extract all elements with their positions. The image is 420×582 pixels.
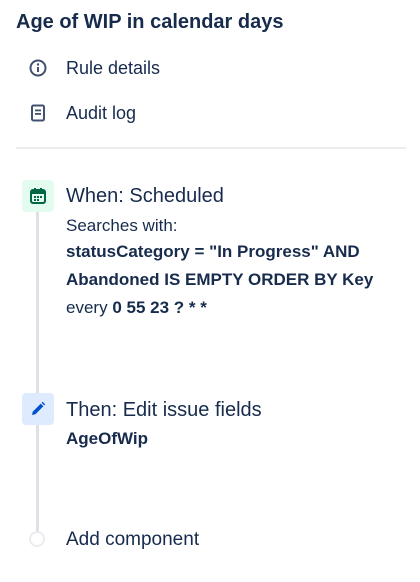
action-icon-box[interactable] (22, 393, 54, 425)
rule-details-label: Rule details (66, 57, 161, 78)
pencil-icon (32, 401, 46, 415)
divider (16, 147, 406, 149)
trigger-heading[interactable]: When: Scheduled (66, 182, 224, 210)
action-heading[interactable]: Then: Edit issue fields (66, 396, 262, 424)
document-icon (26, 101, 50, 125)
trigger-icon-box[interactable] (22, 180, 54, 212)
trigger-query-line-1: statusCategory = "In Progress" AND (66, 242, 360, 261)
trigger-subheading: Searches with: (66, 216, 178, 235)
add-component-button[interactable]: Add component (66, 526, 199, 554)
trigger-query-line-2: Abandoned IS EMPTY ORDER BY Key (66, 270, 374, 289)
audit-log-label: Audit log (66, 102, 137, 123)
page-title: Age of WIP in calendar days (16, 11, 284, 33)
calendar-icon (30, 188, 46, 204)
cron-expression: 0 55 23 ? * * (112, 298, 207, 317)
info-icon (26, 56, 50, 80)
add-component-dot[interactable] (29, 531, 45, 547)
audit-log-link[interactable]: Audit log (26, 99, 136, 127)
timeline-line (36, 195, 39, 535)
every-label: every (66, 298, 108, 317)
action-field: AgeOfWip (66, 429, 149, 448)
trigger-schedule: every 0 55 23 ? * * (66, 296, 207, 320)
rule-details-link[interactable]: Rule details (26, 54, 160, 82)
